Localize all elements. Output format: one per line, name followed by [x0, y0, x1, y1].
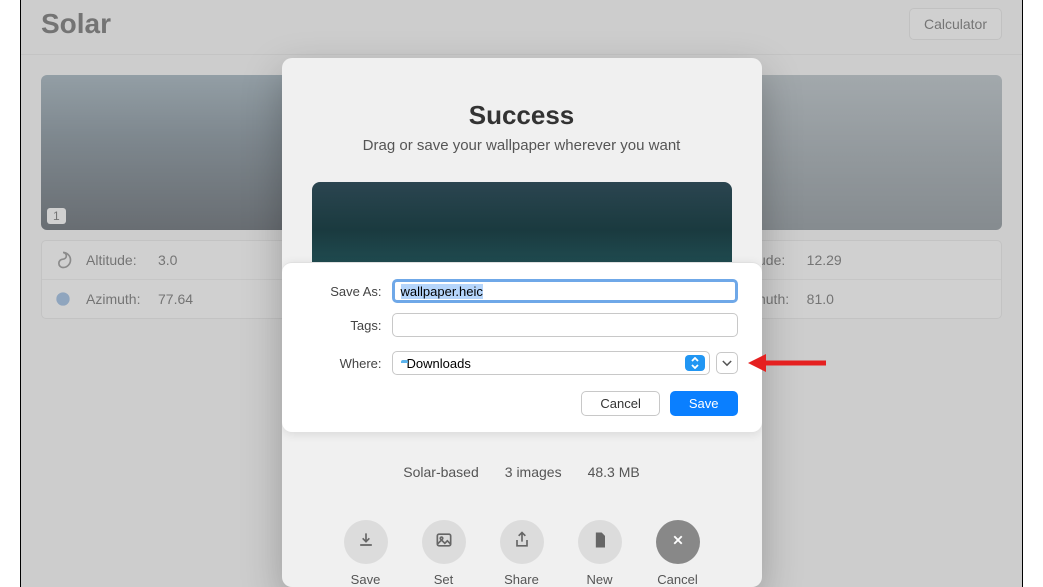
action-new[interactable]: New: [578, 520, 622, 587]
download-icon: [356, 530, 376, 555]
info-count: 3 images: [505, 464, 562, 480]
tags-row: Tags:: [306, 313, 738, 337]
where-label: Where:: [306, 356, 382, 371]
action-cancel[interactable]: Cancel: [656, 520, 700, 587]
action-save[interactable]: Save: [344, 520, 388, 587]
modal-header: Success Drag or save your wallpaper wher…: [282, 58, 762, 174]
file-icon: [590, 530, 610, 555]
info-size: 48.3 MB: [588, 464, 640, 480]
close-icon: [669, 531, 687, 554]
chevron-updown-icon: [685, 355, 705, 371]
save-as-label: Save As:: [306, 284, 382, 299]
tags-label: Tags:: [306, 318, 382, 333]
success-modal: Success Drag or save your wallpaper wher…: [282, 58, 762, 587]
cancel-button[interactable]: Cancel: [581, 391, 659, 416]
wallpaper-preview[interactable]: [312, 182, 732, 262]
info-type: Solar-based: [403, 464, 479, 480]
where-select[interactable]: Downloads: [392, 351, 710, 375]
action-share[interactable]: Share: [500, 520, 544, 587]
save-button[interactable]: Save: [670, 391, 738, 416]
share-icon: [512, 530, 532, 555]
where-row: Where: Downloads: [306, 351, 738, 375]
image-icon: [434, 530, 454, 555]
save-dialog: Save As: wallpaper.heic Tags: Where: Dow…: [282, 262, 762, 432]
action-set[interactable]: Set: [422, 520, 466, 587]
actions-row: Save Set Share New Cancel: [282, 520, 762, 587]
expand-button[interactable]: [716, 352, 738, 374]
where-value: Downloads: [407, 356, 471, 371]
modal-title: Success: [312, 100, 732, 131]
app-window: Solar Calculator 1 Altitude: 3.0: [20, 0, 1023, 587]
modal-subtitle: Drag or save your wallpaper wherever you…: [312, 137, 732, 154]
wallpaper-info-row: Solar-based 3 images 48.3 MB: [282, 464, 762, 480]
dialog-buttons: Cancel Save: [306, 391, 738, 416]
save-as-input[interactable]: wallpaper.heic: [392, 279, 738, 303]
tags-input[interactable]: [392, 313, 738, 337]
save-as-row: Save As: wallpaper.heic: [306, 279, 738, 303]
